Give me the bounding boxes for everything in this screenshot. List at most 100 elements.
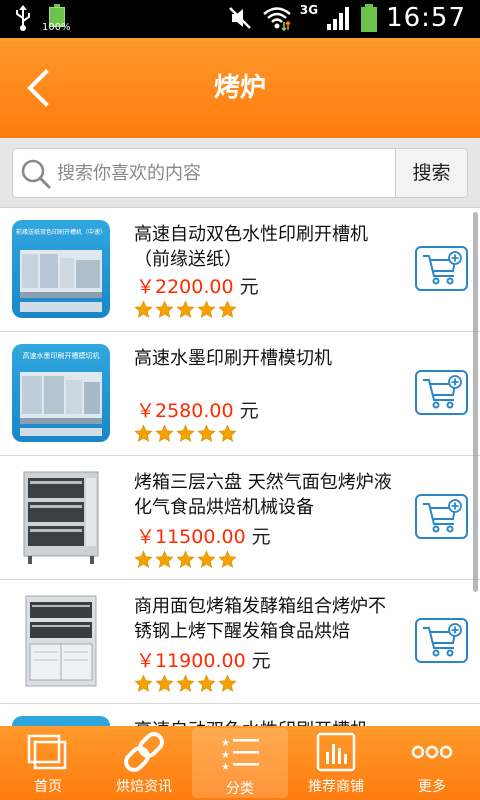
nav-label: 分类 [226,781,254,797]
product-name[interactable]: 高速水墨印刷开槽模切机 [134,346,396,371]
bottom-nav: 首页 烘焙资讯 ★ ★ ★ 分类 推荐商铺 更多 [0,726,480,800]
more-dots-icon [411,745,453,759]
battery-small-icon: 100% [42,4,71,33]
status-bar: 100% 3G 16:57 [0,0,480,38]
battery-icon [361,4,378,32]
battery-small-percent: 100% [42,22,71,33]
clock: 16:57 [386,3,466,33]
rating-stars [134,300,237,319]
back-arrow-icon [27,69,49,107]
star-icon [218,550,237,568]
pages-icon [27,734,67,770]
usb-icon [16,5,30,31]
search-input[interactable] [57,149,387,197]
nav-category[interactable]: ★ ★ ★ 分类 [192,728,288,798]
list-item[interactable]: 烤箱三层六盘 天然气面包烤炉液化气食品烘焙机械设备 ￥11500.00 元 [0,456,480,580]
star-icon [155,300,174,318]
cart-add-icon [423,375,462,409]
search-bar: 搜索 [0,138,480,208]
product-name[interactable]: 烤箱三层六盘 天然气面包烤炉液化气食品烘焙机械设备 [134,470,396,520]
svg-text:★: ★ [221,738,230,749]
thumb-caption: 高速水墨印刷开槽模切机 [23,351,100,360]
add-to-cart-button[interactable] [415,246,468,291]
category-list-icon: ★ ★ ★ [221,738,259,773]
price-value: ￥2200.00 [136,276,234,298]
link-icon [124,732,164,772]
star-icon [218,300,237,318]
wifi-icon [263,7,291,32]
star-icon [218,424,237,442]
nav-label: 首页 [34,779,62,795]
price-value: ￥11500.00 [136,526,246,548]
product-price: ￥2200.00 元 [136,272,259,299]
star-icon [155,674,174,692]
nav-label: 更多 [418,779,446,795]
list-item[interactable]: 高速自动双色水性印刷开槽机 [0,704,480,726]
star-icon [155,424,174,442]
thumb-caption: 前缘送纸双色印刷开槽机（中速） [16,228,106,236]
list-scrollbar[interactable] [473,212,478,592]
product-name[interactable]: 商用面包烤箱发酵箱组合烤炉不锈钢上烤下醒发箱食品烘焙 [134,594,396,644]
product-thumbnail: 高速水墨印刷开槽模切机 [12,344,110,442]
price-unit: 元 [239,400,259,422]
chart-icon [316,732,356,772]
search-icon [21,159,51,189]
star-icon [134,674,153,692]
product-name[interactable]: 高速自动双色水性印刷开槽机（前缘送纸） [134,222,396,272]
rating-stars [134,424,237,443]
nav-recommended-shops[interactable]: 推荐商铺 [288,726,384,800]
nav-more[interactable]: 更多 [384,726,480,800]
star-icon [176,550,195,568]
price-value: ￥2580.00 [136,400,234,422]
star-icon [176,424,195,442]
star-icon [218,674,237,692]
product-price: ￥11500.00 元 [136,522,271,549]
product-price: ￥11900.00 元 [136,646,271,673]
nav-label: 推荐商铺 [308,779,364,795]
network-type: 3G [299,3,319,17]
svg-text:★: ★ [221,762,230,773]
rating-stars [134,674,237,693]
app-header: 烤炉 [0,38,480,138]
page-title: 烤炉 [213,73,266,103]
add-to-cart-button[interactable] [415,618,468,663]
star-icon [197,674,216,692]
product-thumbnail [12,592,110,690]
star-icon [197,424,216,442]
product-thumbnail: 前缘送纸双色印刷开槽机（中速） [12,220,110,318]
product-name[interactable]: 高速自动双色水性印刷开槽机 [134,718,396,726]
rating-stars [134,550,237,569]
price-unit: 元 [239,276,259,298]
product-thumbnail [12,716,110,726]
price-value: ￥11900.00 [136,650,246,672]
back-button[interactable] [20,68,60,108]
signal-icon [327,7,350,30]
list-item[interactable]: 商用面包烤箱发酵箱组合烤炉不锈钢上烤下醒发箱食品烘焙 ￥11900.00 元 [0,580,480,704]
svg-text:★: ★ [221,750,230,761]
search-button[interactable]: 搜索 [395,149,467,197]
star-icon [197,300,216,318]
list-item[interactable]: 前缘送纸双色印刷开槽机（中速） 高速自动双色水性印刷开槽机（前缘送纸） ￥220… [0,208,480,332]
price-unit: 元 [251,526,271,548]
star-icon [134,424,153,442]
cart-add-icon [423,499,462,533]
star-icon [176,674,195,692]
product-thumbnail [12,468,110,566]
search-box: 搜索 [12,148,468,198]
star-icon [197,550,216,568]
product-list[interactable]: 前缘送纸双色印刷开槽机（中速） 高速自动双色水性印刷开槽机（前缘送纸） ￥220… [0,208,480,726]
star-icon [134,300,153,318]
star-icon [134,550,153,568]
mute-icon [228,7,251,29]
nav-home[interactable]: 首页 [0,726,96,800]
product-price: ￥2580.00 元 [136,396,259,423]
nav-baking-news[interactable]: 烘焙资讯 [96,726,192,800]
add-to-cart-button[interactable] [415,494,468,539]
star-icon [155,550,174,568]
nav-label: 烘焙资讯 [116,779,172,795]
add-to-cart-button[interactable] [415,370,468,415]
cart-add-icon [423,251,462,285]
list-item[interactable]: 高速水墨印刷开槽模切机 高速水墨印刷开槽模切机 ￥2580.00 元 [0,332,480,456]
star-icon [176,300,195,318]
cart-add-icon [423,623,462,657]
